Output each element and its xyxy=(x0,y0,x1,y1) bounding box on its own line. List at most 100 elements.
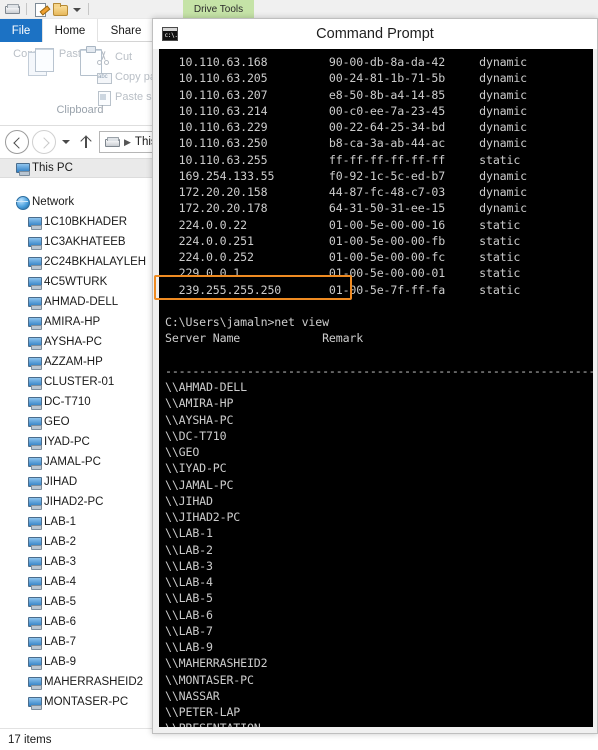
nav-item-computer[interactable]: 2C24BKHALAYLEH xyxy=(0,252,159,272)
tab-share-label: Share xyxy=(110,24,142,37)
pc-icon xyxy=(26,434,44,450)
back-button[interactable] xyxy=(5,130,29,154)
nav-item-this-pc-label: This PC xyxy=(32,162,73,174)
customize-caret-icon[interactable] xyxy=(71,1,82,17)
nav-item-computer[interactable]: LAB-6 xyxy=(0,612,159,632)
nav-item-computer[interactable]: JIHAD2-PC xyxy=(0,492,159,512)
nav-item-network[interactable]: Network xyxy=(0,192,159,212)
nav-item-computer[interactable]: LAB-4 xyxy=(0,572,159,592)
nav-item-computer-label: AZZAM-HP xyxy=(44,356,103,368)
contextual-tab-label: Drive Tools xyxy=(193,3,244,15)
nav-item-computer-label: JAMAL-PC xyxy=(44,456,101,468)
nav-item-this-pc[interactable]: This PC xyxy=(0,158,159,178)
command-prompt-window[interactable]: Command Prompt 10.110.63.168 90-00-db-8a… xyxy=(152,18,598,734)
nav-item-computer-label: LAB-2 xyxy=(44,536,76,548)
breadcrumb-drive-icon xyxy=(104,134,120,150)
nav-item-computer[interactable]: LAB-9 xyxy=(0,652,159,672)
nav-item-computer[interactable]: DC-T710 xyxy=(0,392,159,412)
terminal-line: 172.20.20.178 64-31-50-31-ee-15 dynamic xyxy=(165,201,527,216)
nav-item-computer[interactable]: JIHAD xyxy=(0,472,159,492)
nav-item-computer[interactable]: LAB-3 xyxy=(0,552,159,572)
nav-item-computer[interactable]: CLUSTER-01 xyxy=(0,372,159,392)
nav-item-computer[interactable]: IYAD-PC xyxy=(0,432,159,452)
properties-icon[interactable] xyxy=(33,1,49,17)
scissors-icon xyxy=(96,50,111,65)
navigation-pane[interactable]: This PC Network 1C10BKHADER 1C3AKHATEEB 2C… xyxy=(0,158,160,728)
nav-item-computer[interactable]: LAB-5 xyxy=(0,592,159,612)
terminal-line: 224.0.0.22 01-00-5e-00-00-16 static xyxy=(165,217,521,232)
nav-item-computer[interactable]: AHMAD-DELL xyxy=(0,292,159,312)
nav-item-computer-label: LAB-6 xyxy=(44,616,76,628)
nav-pane-gap xyxy=(0,178,159,192)
nav-item-computer-label: MONTASER-PC xyxy=(44,696,129,708)
terminal-line: 10.110.63.229 00-22-64-25-34-bd dynamic xyxy=(165,120,527,134)
nav-item-computer-label: CLUSTER-01 xyxy=(44,376,115,388)
breadcrumb-separator-icon[interactable]: ▶ xyxy=(124,137,131,148)
contextual-tab-drive-tools[interactable]: Drive Tools xyxy=(183,0,254,18)
nav-item-computer[interactable]: MAHERRASHEID2 xyxy=(0,672,159,692)
terminal-line: 169.254.133.55 f0-92-1c-5c-ed-b7 dynamic xyxy=(165,168,527,183)
drive-icon[interactable] xyxy=(4,1,20,17)
nav-item-computer[interactable]: AMIRA-HP xyxy=(0,312,159,332)
forward-button[interactable] xyxy=(32,130,56,154)
terminal-line: \\LAB-5 xyxy=(165,591,213,606)
nav-item-computer-label: JIHAD xyxy=(44,476,78,488)
terminal-line: 10.110.63.255 ff-ff-ff-ff-ff-ff static xyxy=(165,152,521,167)
pc-icon xyxy=(26,654,44,670)
terminal-line: \\LAB-7 xyxy=(165,623,213,638)
pc-icon xyxy=(26,494,44,510)
terminal-line: \\MONTASER-PC xyxy=(165,672,254,687)
terminal-line: \\LAB-9 xyxy=(165,640,213,654)
cut-button[interactable]: Cut xyxy=(96,48,132,66)
nav-item-computer[interactable]: MONTASER-PC xyxy=(0,692,159,712)
new-folder-icon[interactable] xyxy=(52,1,68,17)
nav-item-computer-label: LAB-3 xyxy=(44,556,76,568)
nav-item-computer[interactable]: AYSHA-PC xyxy=(0,332,159,352)
paste-button[interactable]: Paste xyxy=(50,46,96,60)
pc-icon xyxy=(26,574,44,590)
recent-locations-caret-icon[interactable] xyxy=(59,130,73,154)
terminal-line: \\JIHAD2-PC xyxy=(165,510,241,524)
nav-item-computer[interactable]: 4C5WTURK xyxy=(0,272,159,292)
up-button[interactable] xyxy=(76,130,96,154)
screenshot-root: Drive Tools File Home Share Copy Paste C… xyxy=(0,0,598,750)
terminal-line: 10.110.63.250 b8-ca-3a-ab-44-ac dynamic xyxy=(165,136,527,151)
command-prompt-titlebar[interactable]: Command Prompt xyxy=(153,19,597,49)
pc-icon xyxy=(26,274,44,290)
pc-icon xyxy=(26,594,44,610)
nav-item-computer-label: LAB-5 xyxy=(44,596,76,608)
tab-file[interactable]: File xyxy=(0,19,42,42)
terminal-line: 229.0.0.1 01-00-5e-00-00-01 static xyxy=(165,266,521,281)
nav-item-computer[interactable]: LAB-7 xyxy=(0,632,159,652)
terminal-line: \\AYSHA-PC xyxy=(165,412,234,427)
nav-item-computer[interactable]: LAB-1 xyxy=(0,512,159,532)
terminal-line: \\AMIRA-HP xyxy=(165,396,234,411)
nav-item-computer-label: LAB-4 xyxy=(44,576,76,588)
pc-icon xyxy=(26,614,44,630)
tab-share[interactable]: Share xyxy=(98,19,154,42)
terminal-line: \\MAHERRASHEID2 xyxy=(165,656,268,671)
tab-home-label: Home xyxy=(54,24,86,37)
pc-icon xyxy=(26,674,44,690)
toolbar-divider-2 xyxy=(88,3,89,15)
pc-icon xyxy=(26,534,44,550)
pc-icon xyxy=(14,160,32,176)
pc-icon xyxy=(26,334,44,350)
nav-item-computer[interactable]: 1C10BKHADER xyxy=(0,212,159,232)
clipboard-group-label: Clipboard xyxy=(56,104,104,116)
nav-item-computer[interactable]: GEO xyxy=(0,412,159,432)
nav-item-computer-label: LAB-7 xyxy=(44,636,76,648)
nav-item-computer[interactable]: JAMAL-PC xyxy=(0,452,159,472)
pc-icon xyxy=(26,394,44,410)
tab-home[interactable]: Home xyxy=(42,19,98,42)
nav-item-computer[interactable]: LAB-2 xyxy=(0,532,159,552)
nav-item-computer-label: LAB-9 xyxy=(44,656,76,668)
copy-button[interactable]: Copy xyxy=(3,46,49,60)
command-prompt-output[interactable]: 10.110.63.168 90-00-db-8a-da-42 dynamic … xyxy=(159,49,593,727)
nav-item-computer[interactable]: AZZAM-HP xyxy=(0,352,159,372)
terminal-line: \\JAMAL-PC xyxy=(165,477,234,492)
nav-item-computer[interactable]: 1C3AKHATEEB xyxy=(0,232,159,252)
nav-item-computer-label: 1C3AKHATEEB xyxy=(44,236,126,248)
